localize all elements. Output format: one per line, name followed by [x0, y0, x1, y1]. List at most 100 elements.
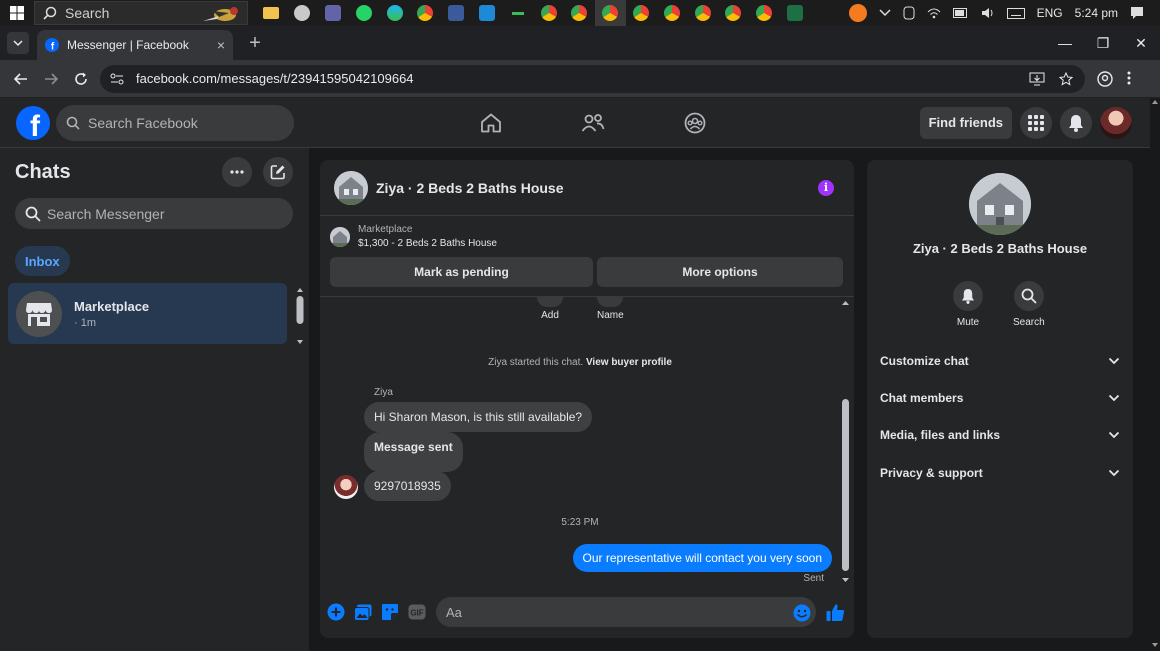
close-window-button[interactable]: ✕	[1122, 26, 1160, 60]
vscode-icon[interactable]	[472, 0, 503, 26]
view-buyer-profile-link[interactable]: View buyer profile	[586, 357, 672, 368]
url-text: facebook.com/messages/t/2394159504210966…	[136, 71, 414, 86]
cloud-app-icon[interactable]	[287, 0, 318, 26]
edge-icon[interactable]	[379, 0, 410, 26]
new-tab-button[interactable]: +	[245, 32, 265, 55]
excel-icon[interactable]	[780, 0, 811, 26]
chrome-icon[interactable]	[656, 0, 687, 26]
listing-house-avatar-large[interactable]	[969, 173, 1031, 235]
find-friends-button[interactable]: Find friends	[919, 106, 1012, 139]
quick-action-name[interactable]: Name	[597, 297, 624, 321]
thread-scrollbar[interactable]	[838, 297, 852, 587]
search-messenger-input[interactable]: Search Messenger	[15, 198, 293, 229]
chrome-icon[interactable]	[410, 0, 441, 26]
mute-action[interactable]: Mute	[953, 281, 983, 328]
chat-members-section[interactable]: Chat members	[880, 391, 1120, 405]
weather-icon[interactable]	[848, 4, 867, 22]
install-app-icon[interactable]	[1029, 72, 1045, 86]
taskbar-search-label: Search	[65, 5, 110, 21]
more-options-button[interactable]: More options	[597, 257, 843, 287]
more-options-dots-icon[interactable]	[222, 157, 252, 187]
nav-friends-icon[interactable]	[542, 98, 644, 148]
restore-button[interactable]: ❐	[1084, 26, 1122, 60]
notifications-bell-icon[interactable]	[1060, 106, 1092, 139]
marketplace-label: Marketplace	[358, 224, 413, 235]
windows-start-icon[interactable]	[0, 0, 34, 26]
add-circle-icon	[537, 297, 563, 307]
whatsapp-icon[interactable]	[348, 0, 379, 26]
media-files-links-section[interactable]: Media, files and links	[880, 428, 1120, 442]
info-icon[interactable]: i	[818, 179, 834, 196]
nav-groups-icon[interactable]	[644, 98, 746, 148]
tab-search-button[interactable]	[7, 32, 29, 54]
notification-center-icon[interactable]	[1130, 6, 1144, 20]
quick-action-add[interactable]: Add	[537, 297, 563, 321]
volume-icon[interactable]	[981, 7, 995, 19]
marketplace-listing-banner[interactable]: Marketplace $1,300 - 2 Beds 2 Baths Hous…	[330, 224, 497, 249]
conversation-title[interactable]: Ziya · 2 Beds 2 Baths House	[376, 180, 564, 196]
profile-avatar[interactable]	[1100, 106, 1132, 139]
message-input[interactable]	[436, 597, 816, 627]
taskbar-search-box[interactable]: Search	[34, 1, 248, 25]
plus-circle-icon[interactable]	[326, 603, 345, 622]
chrome-icon[interactable]	[718, 0, 749, 26]
thumbs-up-icon[interactable]	[826, 603, 845, 622]
section-label: Chat members	[880, 391, 964, 405]
chrome-icon[interactable]	[564, 0, 595, 26]
menu-grid-icon[interactable]	[1020, 106, 1052, 139]
site-settings-icon[interactable]	[110, 73, 124, 85]
privacy-support-section[interactable]: Privacy & support	[880, 466, 1120, 480]
facebook-logo-icon[interactable]: f	[16, 105, 50, 140]
chat-list-scrollbar[interactable]	[295, 286, 305, 346]
chat-list-item[interactable]: Marketplace · 1m	[8, 283, 287, 344]
incoming-message-bubble[interactable]: Message sent	[364, 432, 463, 472]
chevron-up-icon[interactable]	[879, 9, 891, 17]
bell-icon	[953, 281, 983, 311]
browser-tab-active[interactable]: f Messenger | Facebook ×	[37, 30, 233, 60]
clock[interactable]: 5:24 pm	[1075, 6, 1118, 20]
terminal-icon[interactable]	[502, 0, 533, 26]
language-indicator[interactable]: ENG	[1037, 6, 1063, 20]
incoming-message-bubble[interactable]: 9297018935	[364, 471, 451, 501]
new-message-edit-icon[interactable]	[263, 157, 293, 187]
mark-as-pending-button[interactable]: Mark as pending	[330, 257, 593, 287]
chrome-active-icon[interactable]	[594, 0, 626, 26]
customize-chat-section[interactable]: Customize chat	[880, 354, 1120, 368]
photo-icon[interactable]	[353, 603, 372, 622]
bookmark-star-icon[interactable]	[1059, 71, 1073, 86]
message-composer: GIF	[320, 594, 854, 630]
chevron-down-icon	[1108, 431, 1120, 439]
listing-house-avatar[interactable]	[334, 170, 368, 205]
page-scrollbar[interactable]	[1150, 98, 1160, 651]
wifi-icon[interactable]	[927, 7, 941, 19]
battery-icon[interactable]	[952, 8, 969, 18]
meet-icon[interactable]	[903, 6, 915, 20]
outgoing-message-bubble[interactable]: Our representative will contact you very…	[572, 544, 832, 572]
emoji-icon[interactable]	[792, 603, 811, 622]
file-explorer-icon[interactable]	[256, 0, 287, 26]
kebab-menu-icon[interactable]	[1127, 71, 1131, 87]
chrome-icon[interactable]	[626, 0, 657, 26]
forward-arrow-icon[interactable]	[36, 64, 66, 94]
sender-avatar[interactable]	[334, 475, 358, 499]
nav-home-icon[interactable]	[440, 98, 542, 148]
reload-icon[interactable]	[66, 64, 96, 94]
chrome-icon[interactable]	[687, 0, 718, 26]
profile-icon[interactable]	[1097, 70, 1113, 87]
gif-icon[interactable]: GIF	[407, 603, 426, 622]
app-icon[interactable]	[441, 0, 472, 26]
teams-icon[interactable]	[318, 0, 349, 26]
minimize-button[interactable]: —	[1046, 26, 1084, 60]
facebook-search-input[interactable]: Search Facebook	[56, 104, 294, 141]
chrome-icon[interactable]	[749, 0, 780, 26]
search-in-conversation-action[interactable]: Search	[1013, 281, 1045, 328]
chrome-icon[interactable]	[533, 0, 564, 26]
back-arrow-icon[interactable]	[6, 64, 36, 94]
sticker-icon[interactable]	[380, 603, 399, 622]
inbox-filter-tab[interactable]: Inbox	[15, 246, 70, 276]
thread-scrollbar-thumb[interactable]	[842, 399, 849, 571]
tab-close-icon[interactable]: ×	[217, 37, 225, 53]
incoming-message-bubble[interactable]: Hi Sharon Mason, is this still available…	[364, 402, 593, 432]
keyboard-icon[interactable]	[1006, 7, 1025, 19]
address-bar[interactable]: facebook.com/messages/t/2394159504210966…	[100, 64, 1085, 93]
